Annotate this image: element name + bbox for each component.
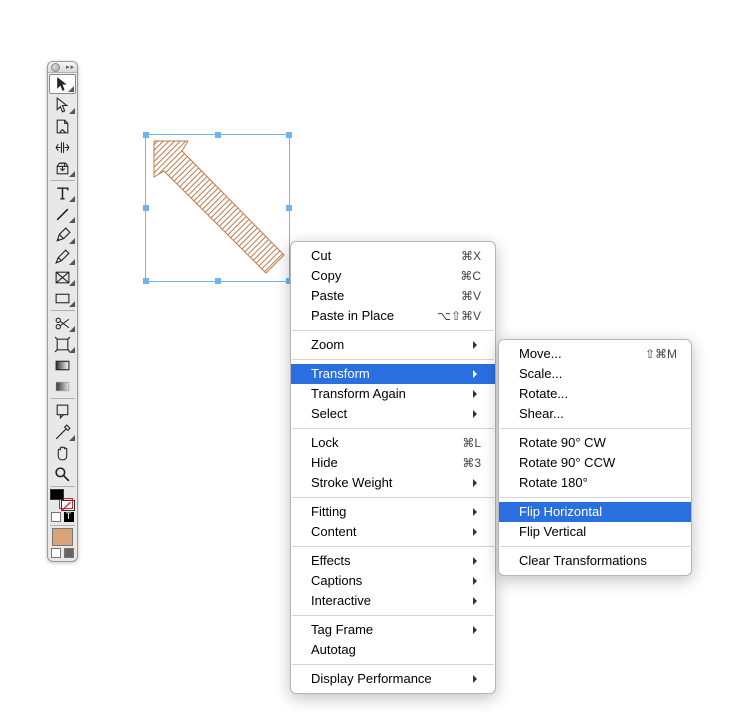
chevron-right-icon bbox=[473, 508, 481, 516]
chevron-right-icon bbox=[473, 370, 481, 378]
menu-cut[interactable]: Cut ⌘X bbox=[291, 246, 495, 266]
context-menu: Cut ⌘X Copy ⌘C Paste ⌘V Paste in Place ⌥… bbox=[290, 241, 496, 694]
menu-transform-again[interactable]: Transform Again bbox=[291, 384, 495, 404]
menu-fitting[interactable]: Fitting bbox=[291, 502, 495, 522]
tools-panel: ▸▸ bbox=[47, 61, 78, 562]
chevron-right-icon bbox=[473, 577, 481, 585]
menu-captions[interactable]: Captions bbox=[291, 571, 495, 591]
menu-tag-frame[interactable]: Tag Frame bbox=[291, 620, 495, 640]
menu-content[interactable]: Content bbox=[291, 522, 495, 542]
menu-select[interactable]: Select bbox=[291, 404, 495, 424]
fill-stroke-swatch[interactable] bbox=[50, 489, 75, 511]
formatting-affects-swatches[interactable]: T bbox=[50, 512, 75, 522]
arrow-graphic bbox=[146, 135, 289, 281]
submenu-flip-vertical[interactable]: Flip Vertical bbox=[499, 522, 691, 542]
close-icon[interactable] bbox=[51, 63, 60, 72]
chevron-right-icon bbox=[473, 341, 481, 349]
eyedropper-tool[interactable] bbox=[49, 422, 76, 442]
menu-lock[interactable]: Lock ⌘L bbox=[291, 433, 495, 453]
menu-effects[interactable]: Effects bbox=[291, 551, 495, 571]
menu-display-performance[interactable]: Display Performance bbox=[291, 669, 495, 689]
submenu-clear-transformations[interactable]: Clear Transformations bbox=[499, 551, 691, 571]
content-collector-tool[interactable] bbox=[49, 158, 76, 178]
menu-hide[interactable]: Hide ⌘3 bbox=[291, 453, 495, 473]
tools-panel-titlebar[interactable]: ▸▸ bbox=[48, 62, 77, 73]
rectangle-tool[interactable] bbox=[49, 288, 76, 308]
chevron-right-icon bbox=[473, 390, 481, 398]
selection-tool[interactable] bbox=[49, 74, 76, 94]
submenu-scale[interactable]: Scale... bbox=[499, 364, 691, 384]
menu-stroke-weight[interactable]: Stroke Weight bbox=[291, 473, 495, 493]
hand-tool[interactable] bbox=[49, 443, 76, 463]
menu-interactive[interactable]: Interactive bbox=[291, 591, 495, 611]
menu-transform[interactable]: Transform bbox=[291, 364, 495, 384]
scissors-tool[interactable] bbox=[49, 313, 76, 333]
apply-color-swatch[interactable] bbox=[52, 528, 73, 546]
gap-tool[interactable] bbox=[49, 137, 76, 157]
selected-arrow-frame[interactable] bbox=[145, 134, 290, 282]
gradient-swatch-tool[interactable] bbox=[49, 355, 76, 375]
pencil-tool[interactable] bbox=[49, 246, 76, 266]
chevron-right-icon bbox=[473, 479, 481, 487]
chevron-right-icon bbox=[473, 675, 481, 683]
note-tool[interactable] bbox=[49, 401, 76, 421]
menu-zoom[interactable]: Zoom bbox=[291, 335, 495, 355]
view-mode-swatches[interactable] bbox=[50, 548, 75, 558]
type-tool[interactable] bbox=[49, 183, 76, 203]
menu-paste-in-place[interactable]: Paste in Place ⌥⇧⌘V bbox=[291, 306, 495, 326]
chevron-right-icon bbox=[473, 528, 481, 536]
chevron-right-icon bbox=[473, 626, 481, 634]
submenu-rotate-180[interactable]: Rotate 180° bbox=[499, 473, 691, 493]
direct-selection-tool[interactable] bbox=[49, 95, 76, 115]
line-tool[interactable] bbox=[49, 204, 76, 224]
chevron-right-icon bbox=[473, 597, 481, 605]
expand-icon[interactable]: ▸▸ bbox=[66, 64, 75, 71]
menu-autotag[interactable]: Autotag bbox=[291, 640, 495, 660]
zoom-tool[interactable] bbox=[49, 464, 76, 484]
menu-paste[interactable]: Paste ⌘V bbox=[291, 286, 495, 306]
free-transform-tool[interactable] bbox=[49, 334, 76, 354]
pen-tool[interactable] bbox=[49, 225, 76, 245]
submenu-shear[interactable]: Shear... bbox=[499, 404, 691, 424]
submenu-rotate-90-ccw[interactable]: Rotate 90° CCW bbox=[499, 453, 691, 473]
menu-copy[interactable]: Copy ⌘C bbox=[291, 266, 495, 286]
submenu-move[interactable]: Move... ⇧⌘M bbox=[499, 344, 691, 364]
submenu-flip-horizontal[interactable]: Flip Horizontal bbox=[499, 502, 691, 522]
submenu-rotate[interactable]: Rotate... bbox=[499, 384, 691, 404]
transform-submenu: Move... ⇧⌘M Scale... Rotate... Shear... … bbox=[498, 339, 692, 576]
chevron-right-icon bbox=[473, 557, 481, 565]
submenu-rotate-90-cw[interactable]: Rotate 90° CW bbox=[499, 433, 691, 453]
gradient-feather-tool[interactable] bbox=[49, 376, 76, 396]
page-tool[interactable] bbox=[49, 116, 76, 136]
chevron-right-icon bbox=[473, 410, 481, 418]
rectangle-frame-tool[interactable] bbox=[49, 267, 76, 287]
